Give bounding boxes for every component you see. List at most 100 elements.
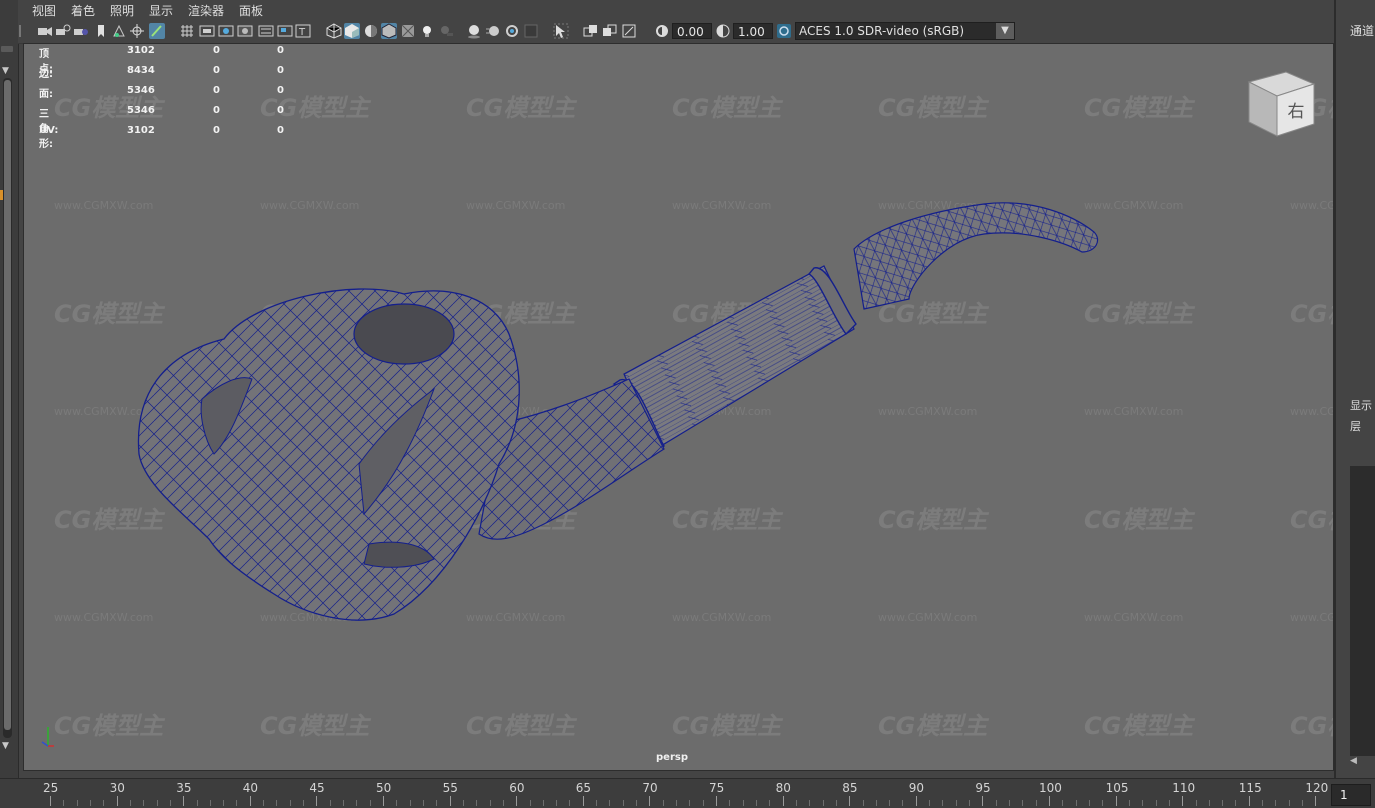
- bookmark-icon[interactable]: [93, 23, 109, 39]
- shelf-tab-handle[interactable]: [1, 46, 13, 52]
- left-scrollbar-thumb[interactable]: [4, 80, 11, 730]
- time-slider-minor-tick: [636, 800, 638, 806]
- safe-action-icon[interactable]: [277, 23, 293, 39]
- smooth-shade-icon[interactable]: [344, 23, 360, 39]
- time-slider-major-tick: [383, 796, 384, 806]
- color-management-dropdown[interactable]: ACES 1.0 SDR-video (sRGB) ▼: [795, 22, 1015, 40]
- motion-blur-icon[interactable]: [485, 23, 501, 39]
- menu-panels[interactable]: 面板: [239, 2, 263, 19]
- watermark-url: www.CGMXW.com: [672, 611, 771, 624]
- safe-title-icon[interactable]: T: [295, 23, 311, 39]
- grid-icon[interactable]: [179, 23, 195, 39]
- color-management-icon[interactable]: [776, 23, 792, 39]
- gate-mask-icon[interactable]: [237, 23, 253, 39]
- display-tab[interactable]: 显示: [1350, 397, 1372, 413]
- use-all-lights-icon[interactable]: [419, 23, 435, 39]
- time-slider-minor-tick: [822, 800, 824, 806]
- xray-component-icon[interactable]: [583, 23, 599, 39]
- time-slider-minor-tick: [862, 800, 864, 806]
- time-slider-tick-label: 100: [1039, 781, 1062, 795]
- two-sided-lighting-icon[interactable]: [602, 23, 618, 39]
- exposure-field[interactable]: 0.00: [672, 23, 712, 39]
- watermark-url: www.CGMXW.com: [260, 199, 359, 212]
- time-slider-minor-tick: [356, 800, 358, 806]
- view-cube[interactable]: 右: [1247, 71, 1316, 137]
- depth-of-field-icon[interactable]: [523, 23, 539, 39]
- time-slider-tick-label: 25: [43, 781, 59, 795]
- watermark-url: www.CGMXW.com: [1290, 199, 1334, 212]
- shadows-icon[interactable]: [438, 23, 454, 39]
- flip-icon[interactable]: [621, 23, 637, 39]
- gamma-icon[interactable]: [715, 23, 731, 39]
- time-slider-minor-tick: [902, 800, 904, 806]
- chevron-down-icon[interactable]: ▼: [996, 23, 1014, 39]
- hud-value: 0: [213, 85, 220, 96]
- screen-space-ao-icon[interactable]: [466, 23, 482, 39]
- hud-label: UV:: [39, 125, 59, 136]
- menu-show[interactable]: 显示: [149, 2, 173, 19]
- time-slider-minor-tick: [755, 800, 757, 806]
- wireframe-icon[interactable]: [326, 23, 342, 39]
- layer-tab[interactable]: 层: [1350, 418, 1361, 434]
- scroll-down-arrow-icon[interactable]: ▼: [2, 741, 9, 751]
- time-slider-minor-tick: [196, 800, 198, 806]
- use-default-material-icon[interactable]: [363, 23, 379, 39]
- menu-view[interactable]: 视图: [32, 2, 56, 19]
- time-slider-minor-tick: [303, 800, 305, 806]
- grease-pencil-icon[interactable]: [149, 23, 165, 39]
- scroll-down-arrow-icon[interactable]: ◀: [1350, 756, 1357, 766]
- field-chart-icon[interactable]: [258, 23, 274, 39]
- hud-value: 0: [277, 125, 284, 136]
- camera-attributes-icon[interactable]: [55, 23, 71, 39]
- layer-list[interactable]: [1350, 466, 1375, 756]
- time-slider-minor-tick: [1102, 800, 1104, 806]
- multisample-aa-icon[interactable]: [504, 23, 520, 39]
- 2d-pan-zoom-icon[interactable]: [129, 23, 145, 39]
- wireframe-on-shaded-icon[interactable]: [381, 23, 397, 39]
- time-slider-minor-tick: [143, 800, 145, 806]
- channels-tab[interactable]: 通道: [1350, 22, 1374, 39]
- time-slider-minor-tick: [1302, 800, 1304, 806]
- hud-value: 0: [277, 85, 284, 96]
- menu-shading[interactable]: 着色: [71, 2, 95, 19]
- time-slider[interactable]: 25 30 35 40 45 50 55 60 65 70 75 80 85 90 95 100 105 110 1…: [0, 778, 1375, 808]
- resolution-gate-icon[interactable]: [218, 23, 234, 39]
- time-slider-minor-tick: [369, 800, 371, 806]
- time-slider-major-tick: [982, 796, 984, 806]
- select-camera-icon[interactable]: [37, 23, 53, 39]
- watermark-url: www.CGMXW.com: [54, 405, 153, 418]
- perspective-viewport[interactable]: CG模型主 CG模型主 CG模型主 CG模型主 www.CGMXW.com www.CGM…: [23, 43, 1334, 771]
- time-slider-minor-tick: [329, 800, 331, 806]
- left-scrollbar[interactable]: [3, 78, 12, 738]
- hud-value: 5346: [127, 105, 155, 116]
- time-slider-minor-tick: [422, 800, 424, 806]
- channel-box-panel: 通道 显示 层 ◀: [1334, 0, 1375, 778]
- menu-renderer[interactable]: 渲染器: [188, 2, 224, 19]
- time-slider-minor-tick: [1088, 800, 1090, 806]
- image-plane-icon[interactable]: [111, 23, 127, 39]
- exposure-icon[interactable]: [654, 23, 670, 39]
- isolate-select-icon[interactable]: [553, 23, 569, 39]
- view-cube-face-label[interactable]: 右: [1288, 102, 1305, 122]
- watermark-url: www.CGMXW.com: [466, 199, 565, 212]
- hud-value: 0: [213, 105, 220, 116]
- watermark-url: www.CGMXW.com: [878, 611, 977, 624]
- time-slider-minor-tick: [676, 800, 678, 806]
- time-slider-minor-tick: [596, 800, 598, 806]
- film-gate-icon[interactable]: [199, 23, 215, 39]
- gamma-field[interactable]: 1.00: [733, 23, 773, 39]
- viewport-canvas[interactable]: CG模型主 CG模型主 CG模型主 CG模型主 www.CGMXW.com www.CGM…: [24, 44, 1334, 771]
- watermark-logo: CG模型主: [878, 712, 989, 740]
- camera-bookmark-icon[interactable]: [73, 23, 89, 39]
- watermark-logo: CG模型主: [672, 712, 783, 740]
- time-slider-minor-tick: [942, 800, 944, 806]
- menu-lighting[interactable]: 照明: [110, 2, 134, 19]
- time-slider-tick-label: 90: [908, 781, 925, 795]
- current-frame-field[interactable]: 1: [1331, 784, 1371, 806]
- collapse-arrow-icon[interactable]: ▼: [2, 66, 9, 76]
- watermark-url: www.CGMXW.com: [878, 405, 977, 418]
- xray-icon[interactable]: [400, 23, 416, 39]
- time-slider-minor-tick: [929, 800, 931, 806]
- watermark-logo: CG模型主: [54, 506, 165, 534]
- time-slider-minor-tick: [875, 800, 877, 806]
